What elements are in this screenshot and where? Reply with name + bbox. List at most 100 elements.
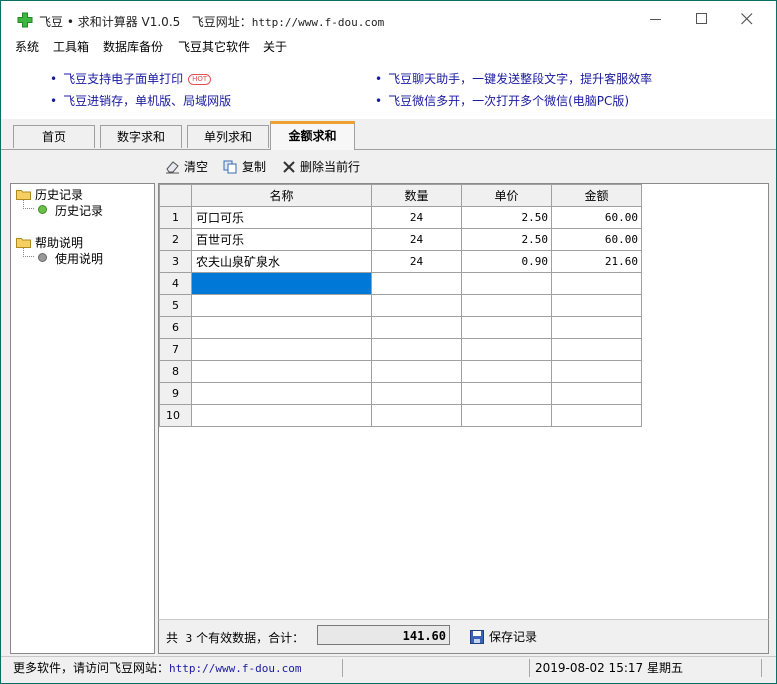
cell-amount[interactable] [551,360,642,383]
cell-price[interactable] [461,272,552,295]
row-number[interactable]: 3 [159,250,192,273]
tree-item-usage[interactable]: 使用说明 [38,250,103,267]
row-number[interactable]: 1 [159,206,192,229]
gray-dot-icon [38,253,47,262]
cell-qty[interactable] [371,404,462,427]
tab-column-sum[interactable]: 单列求和 [187,125,269,148]
title-bar[interactable]: 飞豆 • 求和计算器 V1.0.5 飞豆网址：http://www.f-dou.… [1,1,776,37]
site-url: http://www.f-dou.com [251,16,385,29]
minimize-button[interactable] [636,7,676,31]
cell-name[interactable] [191,338,372,361]
cell-amount[interactable] [551,382,642,405]
cell-name[interactable] [191,360,372,383]
save-record-button[interactable]: 保存记录 [470,628,537,645]
promo-link-waybill[interactable]: • 飞豆支持电子面单打印 HOT [50,70,212,87]
row-number[interactable]: 6 [159,316,192,339]
menu-about[interactable]: 关于 [263,38,287,55]
cell-name[interactable]: 可口可乐 [191,206,372,229]
menu-db-backup[interactable]: 数据库备份 [103,38,163,55]
cell-price[interactable]: 0.90 [461,250,552,273]
app-window: 飞豆 • 求和计算器 V1.0.5 飞豆网址：http://www.f-dou.… [0,0,777,684]
cell-name-selected[interactable] [191,272,372,295]
cell-name[interactable] [191,382,372,405]
cell-name[interactable]: 农夫山泉矿泉水 [191,250,372,273]
tab-bar: 首页 数字求和 单列求和 金额求和 [1,119,776,151]
cell-amount[interactable] [551,338,642,361]
cell-price[interactable] [461,316,552,339]
save-record-label: 保存记录 [489,630,538,644]
cell-qty[interactable]: 24 [371,206,462,229]
summary-bar: 共 3 个有效数据，合计： 141.60 保存记录 [158,619,769,654]
cell-price[interactable]: 2.50 [461,206,552,229]
bullet-icon: • [50,72,58,86]
cell-price[interactable] [461,338,552,361]
cell-qty[interactable] [371,272,462,295]
tab-amount-sum[interactable]: 金额求和 [270,121,355,151]
promo-link-inventory[interactable]: • 飞豆进销存，单机版、局域网版 [50,92,231,109]
cell-qty[interactable] [371,316,462,339]
row-number[interactable]: 8 [159,360,192,383]
row-number[interactable]: 4 [159,272,192,295]
close-button[interactable] [727,7,767,31]
grid-corner-cell[interactable] [159,184,192,207]
cell-amount[interactable] [551,404,642,427]
row-number[interactable]: 9 [159,382,192,405]
cell-qty[interactable] [371,360,462,383]
cell-qty[interactable]: 24 [371,250,462,273]
cell-price[interactable] [461,294,552,317]
maximize-button[interactable] [682,7,722,31]
cell-price[interactable] [461,404,552,427]
tree-item-history[interactable]: 历史记录 [38,202,103,219]
cell-amount[interactable] [551,316,642,339]
row-number[interactable]: 7 [159,338,192,361]
cell-qty[interactable] [371,382,462,405]
folder-icon [16,238,31,248]
tree-folder-label: 历史记录 [35,188,84,202]
table-row: 7 [159,338,642,361]
row-number[interactable]: 5 [159,294,192,317]
column-header-name[interactable]: 名称 [191,184,372,207]
tab-number-sum[interactable]: 数字求和 [100,125,182,148]
cell-amount[interactable] [551,272,642,295]
eraser-icon [166,161,179,174]
cell-amount[interactable]: 60.00 [551,206,642,229]
clear-button[interactable]: 清空 [165,158,208,175]
maximize-icon [696,13,707,24]
column-header-price[interactable]: 单价 [461,184,552,207]
delete-row-button[interactable]: 删除当前行 [282,158,360,175]
cell-amount[interactable]: 60.00 [551,228,642,251]
tree-item-label: 历史记录 [55,204,104,218]
row-number[interactable]: 2 [159,228,192,251]
data-grid-pane[interactable]: 名称 数量 单价 金额 1 可口可乐 24 2.50 60.00 2 百世可乐 [158,183,769,620]
table-row: 5 [159,294,642,317]
tab-home[interactable]: 首页 [13,125,95,148]
menu-system[interactable]: 系统 [15,38,39,55]
status-site-link[interactable]: http://www.f-dou.com [169,662,301,675]
cell-price[interactable] [461,382,552,405]
table-row: 1 可口可乐 24 2.50 60.00 [159,206,642,229]
column-header-qty[interactable]: 数量 [371,184,462,207]
green-dot-icon [38,205,47,214]
cell-name[interactable]: 百世可乐 [191,228,372,251]
cell-price[interactable]: 2.50 [461,228,552,251]
promo-link-wechat[interactable]: • 飞豆微信多开，一次打开多个微信(电脑PC版) [375,92,629,109]
cell-amount[interactable]: 21.60 [551,250,642,273]
copy-label: 复制 [242,160,267,174]
menu-toolbox[interactable]: 工具箱 [53,38,89,55]
cell-amount[interactable] [551,294,642,317]
cell-name[interactable] [191,316,372,339]
table-row: 3 农夫山泉矿泉水 24 0.90 21.60 [159,250,642,273]
row-number[interactable]: 10 [159,404,192,427]
cell-qty[interactable]: 24 [371,228,462,251]
copy-button[interactable]: 复制 [223,158,266,175]
summary-text: 共 3 个有效数据，合计： [166,629,304,646]
menu-other-software[interactable]: 飞豆其它软件 [178,38,250,55]
cell-price[interactable] [461,360,552,383]
column-header-amount[interactable]: 金额 [551,184,642,207]
cell-qty[interactable] [371,338,462,361]
cell-name[interactable] [191,404,372,427]
cell-qty[interactable] [371,294,462,317]
status-bar: 更多软件，请访问飞豆网站：http://www.f-dou.com 2019-0… [1,656,776,683]
cell-name[interactable] [191,294,372,317]
promo-link-chat[interactable]: • 飞豆聊天助手，一键发送整段文字，提升客服效率 [375,70,652,87]
